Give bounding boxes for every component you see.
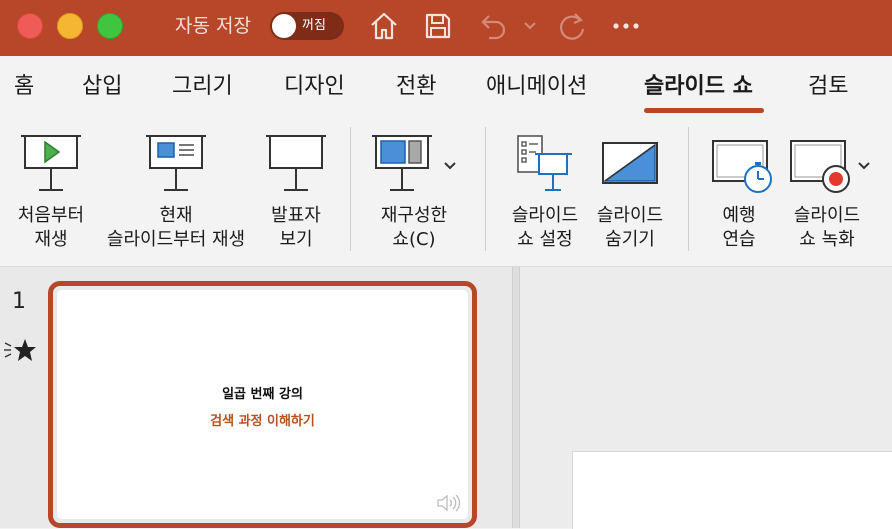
tab-animations[interactable]: 애니메이션: [486, 72, 587, 102]
play-from-beginning-icon: [21, 135, 81, 191]
custom-slide-show-button[interactable]: 재구성한 쇼(C): [364, 118, 464, 258]
ribbon-divider: [350, 127, 351, 251]
presenter-view-icon: [266, 135, 326, 191]
tab-review[interactable]: 검토: [808, 72, 848, 102]
record-label: 슬라이드 쇼 녹화: [793, 205, 861, 250]
minimize-window-button[interactable]: [57, 13, 83, 39]
slide-show-setup-label: 슬라이드 쇼 설정: [511, 205, 579, 250]
home-icon[interactable]: [368, 10, 400, 42]
record-icon: [790, 140, 850, 193]
slide-title: 일곱 번째 강의: [222, 387, 303, 402]
more-icon[interactable]: [610, 10, 642, 42]
autosave-label: 자동 저장: [175, 15, 251, 37]
custom-show-label: 재구성한 쇼(C): [380, 205, 448, 250]
title-bar: 자동 저장 꺼짐: [0, 0, 892, 56]
tab-transitions[interactable]: 전환: [396, 72, 436, 102]
undo-icon[interactable]: [476, 10, 508, 42]
slide-editing-canvas[interactable]: [520, 267, 892, 529]
tab-design[interactable]: 디자인: [284, 72, 345, 102]
set-up-slide-show-button[interactable]: 슬라이드 쇼 설정: [504, 118, 586, 258]
maximize-window-button[interactable]: [97, 13, 123, 39]
autosave-toggle[interactable]: 꺼짐: [270, 12, 344, 40]
hide-slide-icon: [602, 142, 658, 184]
slide-subtitle: 검색 과정 이해하기: [210, 414, 315, 429]
active-tab-indicator: [644, 108, 764, 113]
slide-thumbnail[interactable]: 일곱 번째 강의 검색 과정 이해하기: [48, 281, 477, 528]
tab-insert[interactable]: 삽입: [82, 72, 122, 102]
rehearse-timings-button[interactable]: 예행 연습: [696, 118, 782, 258]
play-from-current-icon: [146, 135, 206, 191]
ribbon-tabs: 홈 삽입 그리기 디자인 전환 애니메이션 슬라이드 쇼 검토: [0, 56, 892, 118]
play-from-beginning-label: 처음부터 재생: [17, 205, 85, 250]
rehearse-timings-icon: [712, 140, 772, 193]
play-from-beginning-button[interactable]: 처음부터 재생: [0, 118, 102, 258]
ribbon-divider: [485, 127, 486, 251]
undo-dropdown-chevron-icon[interactable]: [522, 18, 538, 34]
presenter-view-label: 발표자 보기: [271, 205, 321, 250]
ribbon-divider: [688, 127, 689, 251]
toggle-knob: [272, 14, 296, 38]
tab-home[interactable]: 홈: [14, 72, 34, 102]
slide-thumbnail-panel[interactable]: 1 일곱 번째 강의 검색 과정 이해하기: [0, 267, 512, 528]
chevron-down-icon[interactable]: [442, 158, 458, 174]
pane-splitter[interactable]: [512, 267, 520, 528]
audio-icon: [437, 494, 461, 512]
current-slide[interactable]: [572, 451, 892, 529]
redo-icon[interactable]: [556, 10, 588, 42]
hide-slide-label: 슬라이드 숨기기: [596, 205, 664, 250]
hide-slide-button[interactable]: 슬라이드 숨기기: [586, 118, 674, 258]
tab-slide-show[interactable]: 슬라이드 쇼: [644, 72, 753, 102]
close-window-button[interactable]: [17, 13, 43, 39]
play-from-current-slide-button[interactable]: 현재 슬라이드부터 재생: [100, 118, 252, 258]
presenter-view-button[interactable]: 발표자 보기: [252, 118, 340, 258]
play-from-current-label: 현재 슬라이드부터 재생: [106, 205, 246, 250]
slide-number: 1: [12, 289, 26, 314]
slide-show-ribbon: 처음부터 재생 현재 슬라이드부터 재생 발표자 보기 재구성한 쇼(C) 슬라…: [0, 118, 892, 267]
slide-thumbnail-content: 일곱 번째 강의 검색 과정 이해하기: [57, 290, 468, 519]
autosave-state: 꺼짐: [302, 18, 326, 33]
tab-draw[interactable]: 그리기: [172, 72, 233, 102]
chevron-down-icon[interactable]: [856, 158, 872, 174]
animation-star-icon: [4, 339, 36, 361]
save-icon[interactable]: [422, 10, 454, 42]
custom-show-icon: [372, 135, 432, 191]
record-slide-show-button[interactable]: 슬라이드 쇼 녹화: [784, 118, 892, 258]
slide-show-setup-icon: [517, 135, 572, 191]
rehearse-label: 예행 연습: [722, 205, 756, 250]
